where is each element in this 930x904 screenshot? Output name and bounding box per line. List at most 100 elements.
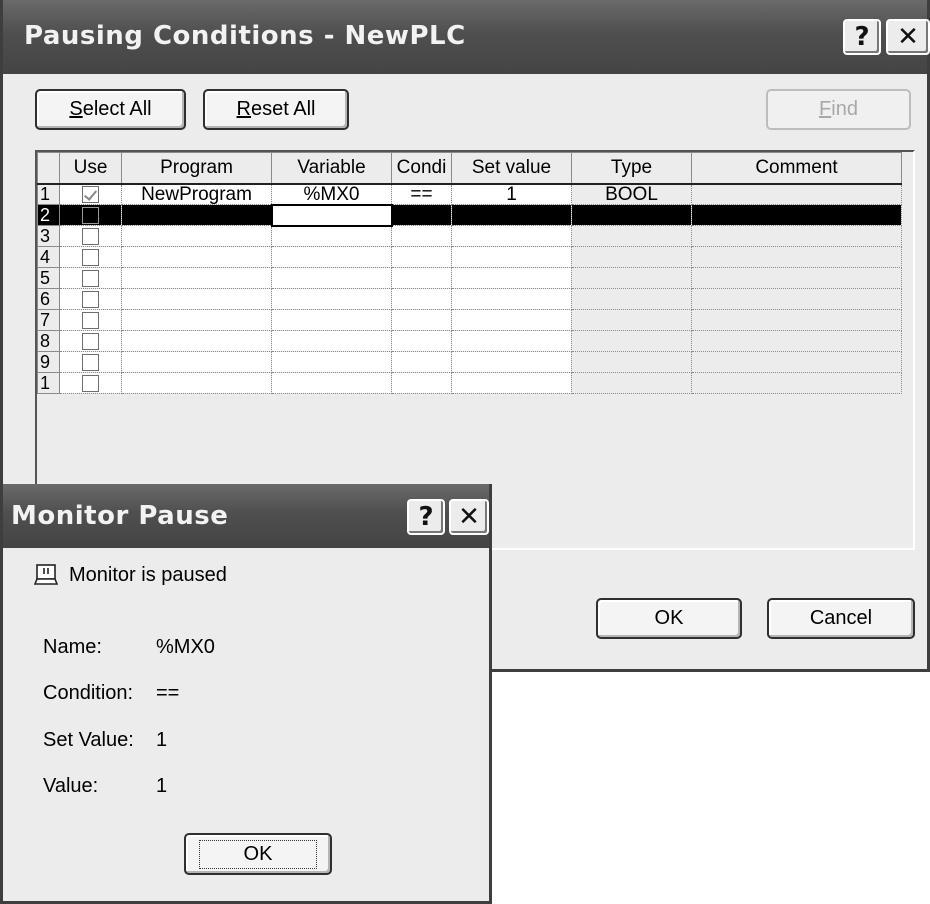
variable-cell[interactable] [271, 309, 392, 331]
set-value-cell[interactable]: 1 [451, 183, 572, 205]
use-checkbox-cell[interactable] [59, 288, 122, 310]
variable-cell[interactable] [271, 267, 392, 289]
type-cell[interactable] [571, 288, 692, 310]
program-cell[interactable] [121, 330, 272, 352]
type-cell[interactable]: BOOL [571, 183, 692, 205]
set-value-cell[interactable] [451, 330, 572, 352]
program-cell[interactable] [121, 204, 272, 226]
condition-cell[interactable] [391, 225, 452, 247]
program-cell[interactable] [121, 225, 272, 247]
pause-ok-button[interactable]: OK [184, 833, 332, 875]
condition-cell[interactable] [391, 351, 452, 373]
table-row[interactable]: 7 [37, 309, 902, 331]
use-checkbox[interactable] [82, 353, 99, 371]
set-value-cell[interactable] [451, 246, 572, 268]
table-row[interactable]: 2 [37, 203, 902, 227]
type-cell[interactable] [571, 351, 692, 373]
variable-header[interactable]: Variable [271, 152, 392, 185]
condition-cell[interactable]: == [391, 183, 452, 205]
use-checkbox-cell[interactable] [59, 225, 122, 247]
table-row[interactable]: 4 [37, 246, 902, 268]
table-row[interactable]: 9 [37, 351, 902, 373]
set-value-cell[interactable] [451, 225, 572, 247]
type-header[interactable]: Type [571, 152, 692, 185]
select-all-button[interactable]: Select All [35, 89, 186, 130]
set-value-header[interactable]: Set value [451, 152, 572, 185]
cancel-button[interactable]: Cancel [767, 598, 915, 639]
use-checkbox-cell[interactable] [59, 351, 122, 373]
use-checkbox-cell[interactable] [59, 204, 122, 226]
help-button[interactable]: ? [843, 19, 881, 55]
variable-cell[interactable] [271, 372, 392, 394]
comment-cell[interactable] [691, 351, 902, 373]
program-header[interactable]: Program [121, 152, 272, 185]
table-row[interactable]: 1 NewProgram %MX0 == 1 BOOL [37, 183, 902, 205]
type-cell[interactable] [571, 330, 692, 352]
variable-cell[interactable] [271, 351, 392, 373]
use-checkbox[interactable] [82, 186, 99, 204]
comment-cell[interactable] [691, 309, 902, 331]
condition-cell[interactable] [391, 330, 452, 352]
title-bar[interactable]: Monitor Pause ? ✕ [3, 484, 489, 548]
type-cell[interactable] [571, 309, 692, 331]
condition-cell[interactable] [391, 288, 452, 310]
type-cell[interactable] [571, 204, 692, 226]
program-cell[interactable] [121, 351, 272, 373]
row-number-header[interactable] [37, 152, 60, 185]
variable-cell[interactable] [271, 225, 392, 247]
use-checkbox-cell[interactable] [59, 246, 122, 268]
title-bar[interactable]: Pausing Conditions - NewPLC ? ✕ [3, 0, 930, 74]
table-row[interactable]: 3 [37, 225, 902, 247]
variable-cell[interactable] [271, 330, 392, 352]
set-value-cell[interactable] [451, 204, 572, 226]
comment-header[interactable]: Comment [691, 152, 902, 185]
program-cell[interactable] [121, 288, 272, 310]
comment-cell[interactable] [691, 330, 902, 352]
type-cell[interactable] [571, 372, 692, 394]
close-button[interactable]: ✕ [886, 19, 930, 55]
table-row[interactable]: 1 [37, 372, 902, 394]
set-value-cell[interactable] [451, 372, 572, 394]
condition-cell[interactable] [391, 246, 452, 268]
use-checkbox-cell[interactable] [59, 267, 122, 289]
comment-cell[interactable] [691, 183, 902, 205]
use-checkbox[interactable] [82, 206, 99, 224]
variable-cell[interactable] [271, 246, 392, 268]
comment-cell[interactable] [691, 372, 902, 394]
comment-cell[interactable] [691, 246, 902, 268]
table-row[interactable]: 8 [37, 330, 902, 352]
use-checkbox[interactable] [82, 311, 99, 329]
program-cell[interactable] [121, 267, 272, 289]
use-checkbox[interactable] [82, 290, 99, 308]
comment-cell[interactable] [691, 225, 902, 247]
help-button[interactable]: ? [407, 499, 445, 535]
use-checkbox-cell[interactable] [59, 309, 122, 331]
use-header[interactable]: Use [59, 152, 122, 185]
type-cell[interactable] [571, 246, 692, 268]
close-button[interactable]: ✕ [449, 499, 489, 535]
type-cell[interactable] [571, 267, 692, 289]
program-cell[interactable] [121, 246, 272, 268]
program-cell[interactable] [121, 372, 272, 394]
condition-header[interactable]: Condi [391, 152, 452, 185]
table-row[interactable]: 6 [37, 288, 902, 310]
ok-button[interactable]: OK [596, 598, 742, 639]
comment-cell[interactable] [691, 267, 902, 289]
use-checkbox[interactable] [82, 269, 99, 287]
set-value-cell[interactable] [451, 351, 572, 373]
variable-cell[interactable] [270, 203, 393, 227]
use-checkbox-cell[interactable] [59, 183, 122, 205]
reset-all-button[interactable]: Reset All [203, 89, 349, 130]
use-checkbox-cell[interactable] [59, 372, 122, 394]
table-row[interactable]: 5 [37, 267, 902, 289]
condition-cell[interactable] [391, 372, 452, 394]
program-cell[interactable] [121, 309, 272, 331]
use-checkbox[interactable] [82, 248, 99, 266]
comment-cell[interactable] [691, 204, 902, 226]
use-checkbox[interactable] [82, 374, 99, 392]
program-cell[interactable]: NewProgram [121, 183, 272, 205]
type-cell[interactable] [571, 225, 692, 247]
variable-cell[interactable]: %MX0 [271, 183, 392, 205]
find-button[interactable]: Find [766, 89, 911, 130]
condition-cell[interactable] [391, 204, 452, 226]
